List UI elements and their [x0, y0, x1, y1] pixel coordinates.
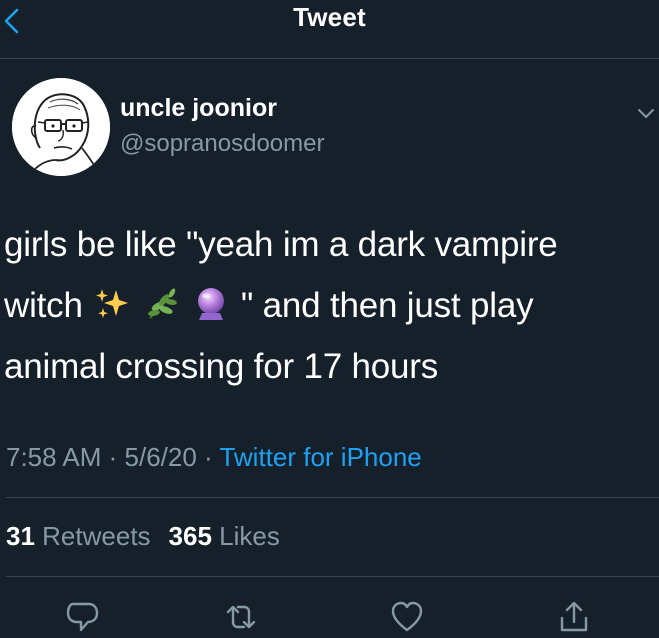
tweet-text-segment: " and then just play — [240, 286, 534, 325]
meta-separator: · — [196, 442, 220, 472]
header-divider — [0, 58, 659, 59]
tweet-text-segment: witch — [4, 286, 83, 325]
tweet-text: girls be like "yeah im a dark vampire wi… — [4, 214, 654, 397]
tweet-source-link[interactable]: Twitter for iPhone — [219, 442, 421, 472]
likes-count: 365 — [168, 521, 212, 551]
page-title: Tweet — [293, 2, 366, 32]
stats-divider — [6, 576, 659, 577]
meta-separator: · — [101, 442, 125, 472]
tweet-stats: 31 Retweets 365 Likes — [6, 521, 280, 552]
tweet-text-line: girls be like "yeah im a dark vampire — [4, 225, 558, 264]
crystal-ball-icon — [198, 288, 225, 320]
retweets-count: 31 — [6, 521, 35, 551]
like-icon[interactable] — [390, 600, 424, 634]
tweet-meta: 7:58 AM · 5/6/20 · Twitter for iPhone — [6, 442, 422, 473]
meta-divider — [6, 497, 659, 498]
likes-stat[interactable]: 365 Likes — [169, 521, 280, 551]
wojak-avatar-icon — [12, 78, 110, 176]
tweet-time: 7:58 AM — [6, 442, 102, 472]
likes-label: Likes — [219, 521, 280, 551]
user-handle[interactable]: @sopranosdoomer — [120, 130, 324, 158]
retweet-icon[interactable] — [224, 600, 258, 634]
herb-icon — [147, 288, 177, 319]
tweet-text-line: witch " and then just play — [4, 275, 654, 336]
reply-icon[interactable] — [65, 600, 99, 634]
tweet-text-line: animal crossing for 17 hours — [4, 347, 439, 386]
chevron-down-icon[interactable] — [636, 106, 656, 120]
sparkles-icon — [96, 289, 129, 318]
tweet-date: 5/6/20 — [124, 442, 197, 472]
retweets-stat[interactable]: 31 Retweets — [6, 521, 151, 551]
share-icon[interactable] — [557, 600, 591, 634]
top-bar: Tweet — [0, 0, 659, 58]
retweets-label: Retweets — [42, 521, 151, 551]
avatar[interactable] — [12, 78, 110, 176]
display-name[interactable]: uncle joonior — [120, 94, 277, 123]
